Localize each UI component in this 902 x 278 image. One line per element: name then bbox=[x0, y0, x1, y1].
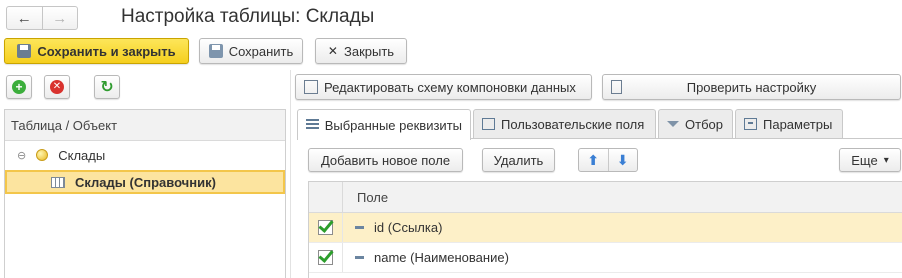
delete-field-button[interactable]: Удалить bbox=[482, 148, 555, 172]
table-header: Поле bbox=[309, 181, 902, 213]
tree-item-label: Склады bbox=[58, 147, 106, 163]
row-checkbox[interactable] bbox=[318, 220, 333, 235]
tree-item-sklady[interactable]: ⊖ Склады bbox=[5, 143, 105, 167]
add-field-label: Добавить новое поле bbox=[320, 152, 451, 168]
save-label: Сохранить bbox=[228, 43, 294, 59]
custom-fields-icon bbox=[482, 118, 495, 130]
tab-custom-fields[interactable]: Пользовательские поля bbox=[473, 109, 656, 138]
checkbox-cell bbox=[309, 243, 343, 272]
save-icon bbox=[17, 44, 32, 58]
field-column-header[interactable]: Поле bbox=[343, 190, 388, 205]
tree-item-label: Склады (Справочник) bbox=[75, 174, 216, 190]
close-label: Закрыть bbox=[343, 43, 395, 59]
edit-schema-button[interactable]: Редактировать схему компоновки данных bbox=[295, 74, 592, 100]
move-down-icon[interactable]: ⬇ bbox=[607, 149, 638, 171]
tree-header: Таблица / Объект bbox=[5, 110, 285, 141]
more-label: Еще bbox=[851, 152, 878, 168]
more-button[interactable]: Еще ▾ bbox=[839, 148, 901, 172]
collapse-icon[interactable]: ⊖ bbox=[17, 149, 26, 162]
checkbox-column-header bbox=[309, 181, 343, 213]
close-button[interactable]: ✕ Закрыть bbox=[315, 38, 407, 64]
tab-label: Пользовательские поля bbox=[501, 116, 645, 132]
tree-item-sklady-spravochnik[interactable]: Склады (Справочник) bbox=[5, 170, 285, 194]
nav-buttons: ← → bbox=[6, 6, 78, 30]
save-icon bbox=[208, 44, 223, 58]
field-name: name (Наименование) bbox=[374, 250, 509, 265]
add-icon: + bbox=[12, 80, 26, 94]
delete-button[interactable]: ✕ bbox=[44, 75, 70, 99]
edit-schema-icon bbox=[304, 80, 318, 94]
table-row[interactable]: id (Ссылка) bbox=[309, 213, 902, 243]
save-and-close-button[interactable]: Сохранить и закрыть bbox=[4, 38, 189, 64]
folder-ball-icon bbox=[36, 149, 49, 161]
forward-arrow-icon[interactable]: → bbox=[41, 7, 78, 29]
tab-filter[interactable]: Отбор bbox=[658, 109, 733, 138]
move-up-icon[interactable]: ⬆ bbox=[579, 149, 608, 171]
add-field-button[interactable]: Добавить новое поле bbox=[308, 148, 463, 172]
tab-label: Параметры bbox=[763, 116, 833, 132]
table-icon bbox=[51, 176, 65, 188]
tab-selected-attributes[interactable]: Выбранные реквизиты bbox=[297, 109, 471, 140]
fields-table: Поле id (Ссылка) name (Наименование) bbox=[308, 181, 902, 278]
attribute-icon bbox=[355, 226, 364, 229]
filter-icon bbox=[667, 121, 679, 127]
edit-schema-label: Редактировать схему компоновки данных bbox=[324, 79, 576, 95]
checkbox-cell bbox=[309, 213, 343, 242]
refresh-button[interactable]: ↻ bbox=[94, 75, 120, 99]
row-checkbox[interactable] bbox=[318, 250, 333, 265]
save-and-close-label: Сохранить и закрыть bbox=[37, 43, 176, 59]
list-icon bbox=[306, 119, 319, 131]
delete-field-label: Удалить bbox=[493, 152, 544, 168]
check-settings-button[interactable]: Проверить настройку bbox=[602, 74, 901, 100]
tab-parameters[interactable]: Параметры bbox=[735, 109, 843, 138]
panel-divider[interactable] bbox=[290, 70, 291, 278]
save-button[interactable]: Сохранить bbox=[199, 38, 303, 64]
parameters-icon bbox=[744, 118, 757, 130]
page-title: Настройка таблицы: Склады bbox=[121, 6, 375, 27]
check-document-icon bbox=[611, 80, 622, 94]
move-buttons: ⬆ ⬇ bbox=[578, 148, 638, 172]
close-icon: ✕ bbox=[327, 44, 338, 58]
add-button[interactable]: + bbox=[6, 75, 32, 99]
back-arrow-icon[interactable]: ← bbox=[7, 7, 42, 29]
attribute-icon bbox=[355, 256, 364, 259]
delete-icon: ✕ bbox=[50, 80, 64, 94]
refresh-icon: ↻ bbox=[100, 79, 114, 96]
chevron-down-icon: ▾ bbox=[883, 154, 889, 166]
tab-label: Выбранные реквизиты bbox=[324, 117, 462, 133]
field-name: id (Ссылка) bbox=[374, 220, 443, 235]
table-row[interactable]: name (Наименование) bbox=[309, 243, 902, 273]
tab-label: Отбор bbox=[685, 116, 723, 132]
object-tree: Таблица / Объект ⊖ Склады Склады (Справо… bbox=[4, 109, 286, 278]
check-settings-label: Проверить настройку bbox=[686, 79, 817, 95]
